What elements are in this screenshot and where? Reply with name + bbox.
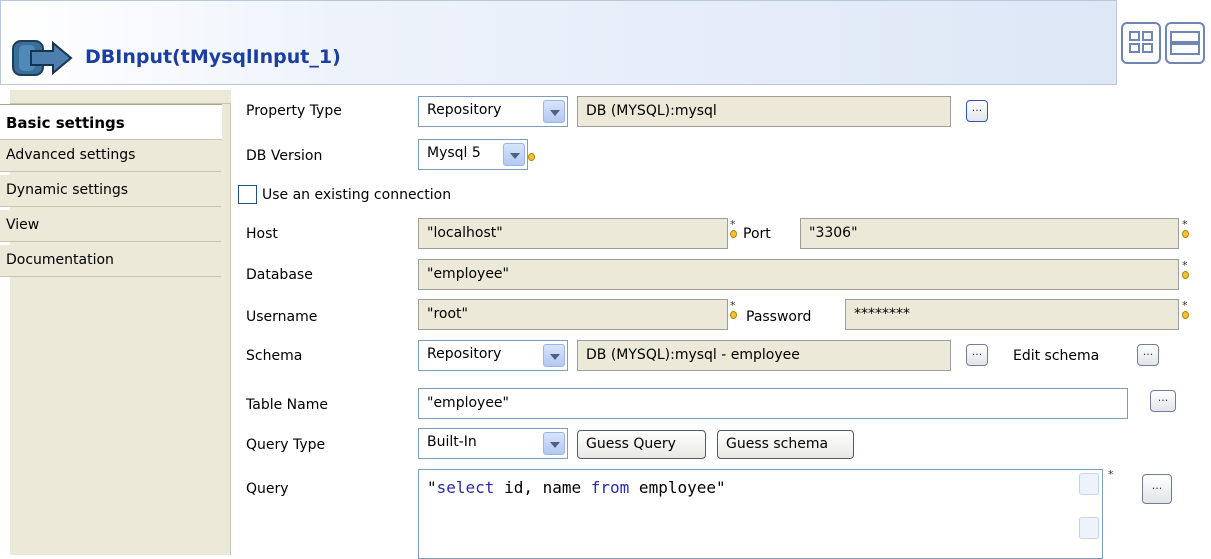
- layout-grid-button[interactable]: [1121, 22, 1161, 64]
- db-version-value: Mysql 5: [427, 145, 481, 161]
- chevron-down-icon: [543, 344, 565, 367]
- property-repository-field[interactable]: DB (MYSQL):mysql: [577, 96, 951, 127]
- query-table: employee": [629, 478, 726, 497]
- schema-repository-value: DB (MYSQL):mysql - employee: [586, 347, 800, 363]
- tab-advanced-settings[interactable]: Advanced settings: [0, 140, 221, 172]
- database-input[interactable]: "employee": [418, 259, 1179, 290]
- query-edit-button[interactable]: ...: [1142, 474, 1172, 504]
- query-editor[interactable]: "select id, name from employee": [418, 469, 1103, 559]
- password-label: Password: [746, 309, 812, 325]
- chevron-down-icon: [543, 432, 565, 455]
- rows-icon: [1170, 31, 1200, 55]
- port-input[interactable]: "3306": [800, 218, 1179, 249]
- password-value: ********: [854, 306, 910, 322]
- layout-rows-button[interactable]: [1165, 22, 1205, 64]
- ellipsis-icon: ...: [1151, 479, 1163, 492]
- tab-documentation[interactable]: Documentation: [0, 245, 221, 277]
- required-mark: *: [1108, 468, 1114, 481]
- password-input[interactable]: ********: [845, 299, 1179, 330]
- scroll-up-icon[interactable]: [1079, 473, 1099, 495]
- tab-view[interactable]: View: [0, 210, 221, 242]
- host-value: "localhost": [427, 225, 503, 241]
- query-keyword-select: select: [436, 478, 495, 497]
- use-existing-connection-label: Use an existing connection: [262, 187, 452, 203]
- query-type-select[interactable]: Built-In: [418, 428, 568, 459]
- port-value: "3306": [809, 225, 858, 241]
- schema-value: Repository: [427, 346, 502, 362]
- database-value: "employee": [427, 266, 509, 282]
- table-name-browse-button[interactable]: ...: [1150, 390, 1176, 412]
- required-mark-icon: *: [1108, 468, 1118, 490]
- db-version-label: DB Version: [246, 148, 323, 164]
- tab-dynamic-settings[interactable]: Dynamic settings: [0, 175, 221, 207]
- schema-label: Schema: [246, 348, 303, 364]
- property-type-label: Property Type: [246, 103, 342, 119]
- schema-select[interactable]: Repository: [418, 340, 568, 371]
- query-open-quote: ": [427, 478, 437, 497]
- chevron-down-icon: [503, 143, 525, 166]
- port-label: Port: [743, 226, 771, 242]
- edit-schema-button[interactable]: ...: [1137, 344, 1159, 366]
- property-repository-value: DB (MYSQL):mysql: [586, 103, 717, 119]
- required-hint-icon: *: [1182, 299, 1192, 321]
- use-existing-connection-checkbox[interactable]: [238, 185, 257, 204]
- tab-basic-settings[interactable]: Basic settings: [0, 104, 222, 140]
- ellipsis-icon: ...: [971, 101, 983, 114]
- required-mark: *: [730, 299, 736, 312]
- property-type-select[interactable]: Repository: [418, 96, 568, 127]
- edit-schema-label: Edit schema: [1013, 348, 1100, 364]
- guess-schema-button[interactable]: Guess schema: [717, 430, 854, 459]
- username-input[interactable]: "root": [418, 299, 728, 330]
- guess-query-label: Guess Query: [586, 436, 676, 452]
- schema-repository-field[interactable]: DB (MYSQL):mysql - employee: [577, 340, 951, 371]
- hint-bulb-icon: [528, 152, 538, 172]
- database-label: Database: [246, 267, 313, 283]
- query-columns: id, name: [494, 478, 591, 497]
- query-type-value: Built-In: [427, 434, 477, 450]
- component-icon: [12, 40, 73, 76]
- table-name-input[interactable]: "employee": [418, 388, 1128, 419]
- tab-area-top: [10, 90, 231, 104]
- guess-query-button[interactable]: Guess Query: [577, 430, 706, 459]
- component-title: DBInput(tMysqlInput_1): [85, 46, 341, 68]
- query-keyword-from: from: [590, 478, 630, 497]
- required-hint-icon: *: [730, 299, 740, 321]
- username-label: Username: [246, 309, 318, 325]
- required-mark: *: [1182, 218, 1188, 231]
- required-mark: *: [1182, 259, 1188, 272]
- scroll-down-icon[interactable]: [1079, 517, 1099, 539]
- ellipsis-icon: ...: [971, 345, 983, 358]
- guess-schema-label: Guess schema: [726, 436, 829, 452]
- table-name-label: Table Name: [246, 397, 328, 413]
- table-name-value: "employee": [427, 395, 509, 411]
- required-hint-icon: *: [1182, 218, 1192, 240]
- property-type-value: Repository: [427, 102, 502, 118]
- query-scrollbar[interactable]: [1079, 473, 1100, 553]
- host-input[interactable]: "localhost": [418, 218, 728, 249]
- username-value: "root": [427, 306, 468, 322]
- required-mark: *: [730, 218, 736, 231]
- required-hint-icon: *: [1182, 259, 1192, 281]
- ellipsis-icon: ...: [1157, 391, 1169, 404]
- chevron-down-icon: [543, 100, 565, 123]
- required-mark: *: [1182, 299, 1188, 312]
- ellipsis-icon: ...: [1142, 345, 1154, 358]
- component-header: DBInput(tMysqlInput_1): [0, 0, 1117, 85]
- query-label: Query: [246, 481, 289, 497]
- schema-browse-button[interactable]: ...: [966, 344, 988, 366]
- grid-icon: [1129, 31, 1153, 53]
- property-browse-button[interactable]: ...: [966, 100, 988, 122]
- required-hint-icon: *: [730, 218, 740, 240]
- host-label: Host: [246, 226, 278, 242]
- query-type-label: Query Type: [246, 437, 326, 453]
- db-version-select[interactable]: Mysql 5: [418, 139, 528, 170]
